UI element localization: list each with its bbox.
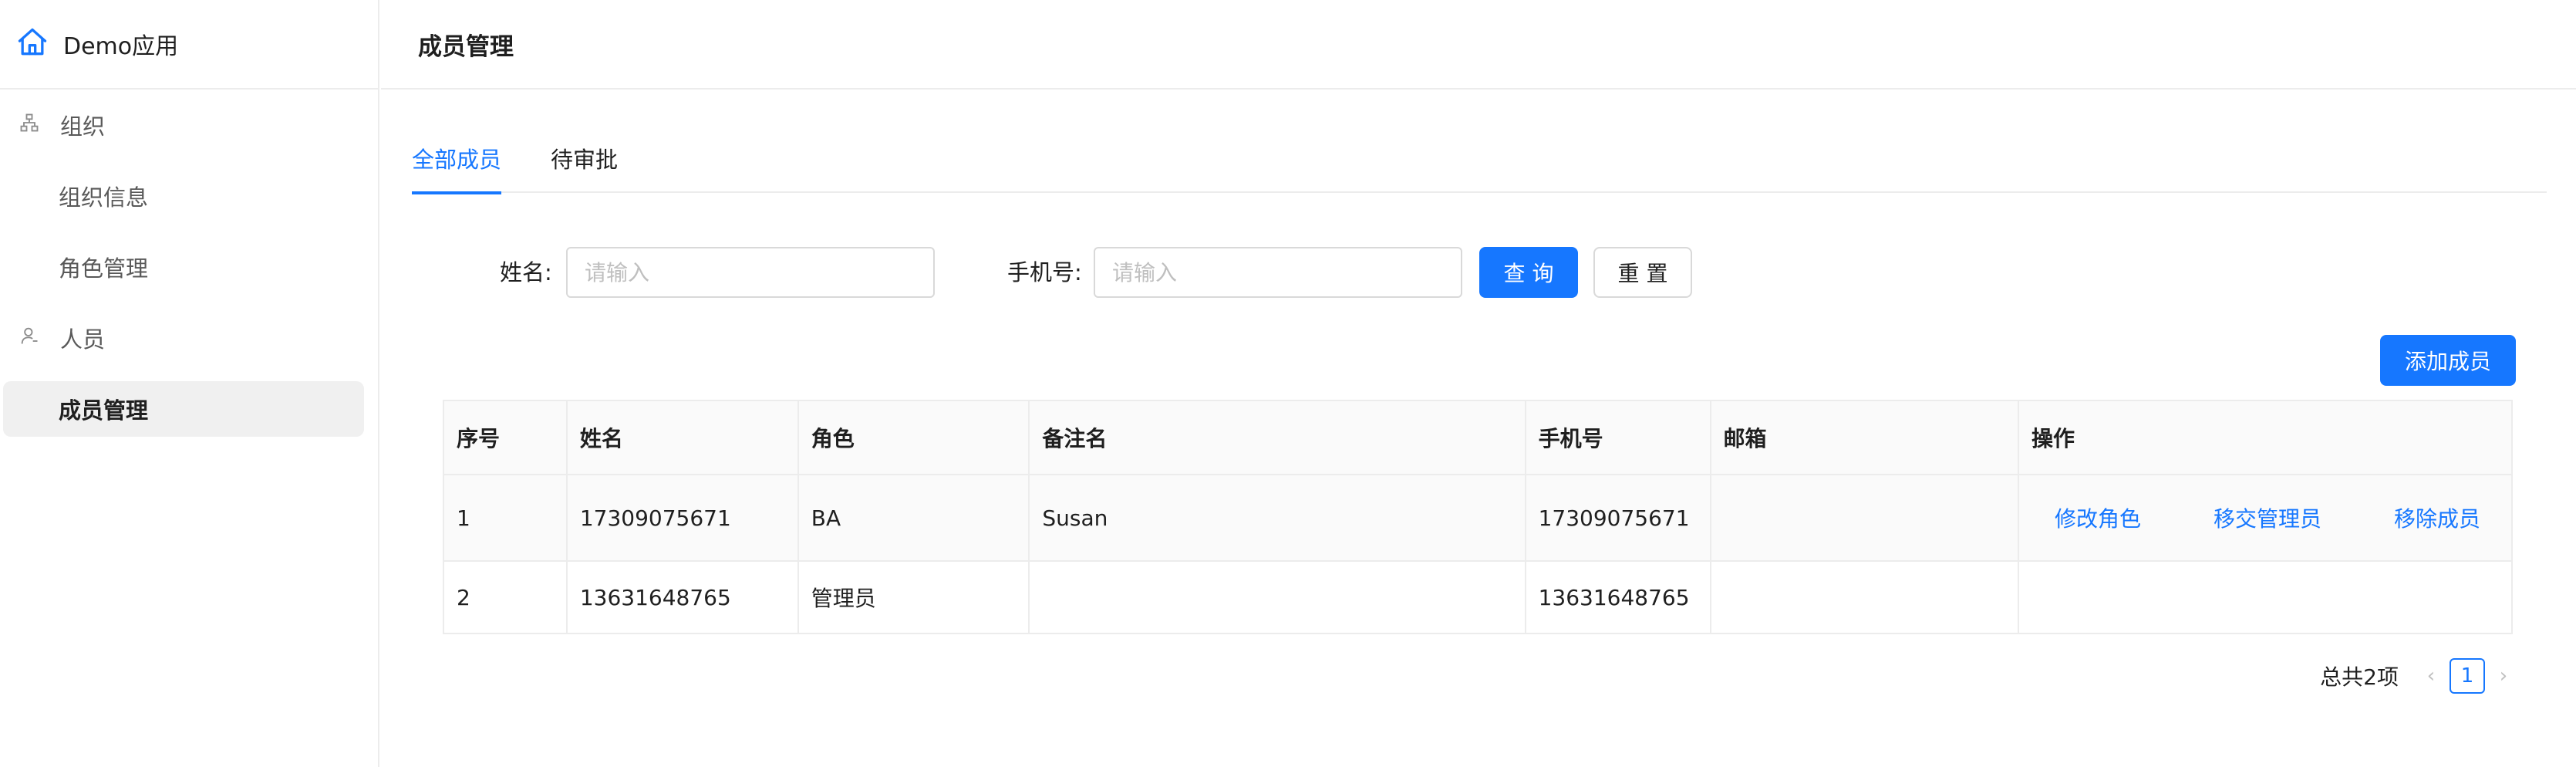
- cell-actions: [2018, 560, 2513, 634]
- transfer-admin-link[interactable]: 移交管理员: [2214, 502, 2321, 533]
- pagination-total: 总共2项: [2320, 664, 2399, 690]
- col-header-remark: 备注名: [1028, 400, 1526, 475]
- cell-remark: Susan: [1028, 474, 1526, 562]
- col-header-actions: 操作: [2018, 400, 2513, 475]
- tab-pending-approval[interactable]: 待审批: [551, 123, 618, 193]
- phone-input[interactable]: [1094, 247, 1462, 298]
- chevron-left-icon[interactable]: ‹: [2417, 664, 2445, 688]
- col-header-role: 角色: [797, 400, 1030, 475]
- cell-phone: 17309075671: [1524, 474, 1711, 562]
- tab-bar: 全部成员 待审批: [412, 123, 2547, 194]
- page-title: 成员管理: [418, 32, 514, 61]
- phone-field-label: 手机号:: [1007, 259, 1082, 286]
- cell-phone: 13631648765: [1524, 560, 1711, 634]
- name-input[interactable]: [566, 247, 935, 298]
- cell-name: 17309075671: [565, 474, 799, 562]
- filter-form: 姓名: 手机号: 查 询 重 置: [381, 247, 2576, 298]
- sidebar-item-role-management[interactable]: 角色管理: [0, 231, 378, 302]
- cell-actions: 修改角色 移交管理员 移除成员: [2018, 474, 2513, 562]
- col-header-index: 序号: [443, 400, 568, 475]
- name-field-label: 姓名:: [500, 259, 552, 286]
- sidebar-item-label: 成员管理: [59, 397, 149, 424]
- reset-button[interactable]: 重 置: [1593, 247, 1692, 298]
- sidebar-item-label: 组织信息: [59, 184, 149, 211]
- main-content: 成员管理 全部成员 待审批 姓名: 手机号: 查 询 重 置 添加成员 序号 姓…: [381, 0, 2576, 767]
- add-member-button[interactable]: 添加成员: [2380, 335, 2516, 386]
- tab-all-members[interactable]: 全部成员: [412, 123, 502, 194]
- cell-index: 1: [443, 474, 568, 562]
- header: 成员管理: [381, 0, 2576, 90]
- sidebar: Demo应用 组织 组织信息 角色管理 人员 成员管理: [0, 0, 379, 767]
- table-header-row: 序号 姓名 角色 备注名 手机号 邮箱 操作: [443, 400, 2513, 475]
- cell-index: 2: [443, 560, 568, 634]
- cell-role: BA: [797, 474, 1030, 562]
- remove-member-link[interactable]: 移除成员: [2394, 502, 2480, 533]
- members-table: 序号 姓名 角色 备注名 手机号 邮箱 操作 1 17309075671 BA …: [443, 400, 2513, 634]
- org-tree-icon: [19, 112, 60, 139]
- sidebar-group-org[interactable]: 组织: [0, 90, 378, 160]
- page-number[interactable]: 1: [2450, 658, 2485, 694]
- home-icon: [15, 25, 49, 63]
- cell-name: 13631648765: [565, 560, 799, 634]
- col-header-phone: 手机号: [1524, 400, 1711, 475]
- sidebar-item-label: 角色管理: [59, 255, 149, 282]
- sidebar-group-label: 人员: [60, 326, 106, 353]
- chevron-right-icon[interactable]: ›: [2490, 664, 2517, 688]
- search-button[interactable]: 查 询: [1479, 247, 1578, 298]
- cell-email: [1709, 474, 2020, 562]
- edit-role-link[interactable]: 修改角色: [2055, 502, 2141, 533]
- sidebar-group-label: 组织: [60, 113, 106, 140]
- col-header-email: 邮箱: [1709, 400, 2020, 475]
- cell-role: 管理员: [797, 560, 1030, 634]
- cell-remark: [1028, 560, 1526, 634]
- sidebar-item-org-info[interactable]: 组织信息: [0, 160, 378, 231]
- brand[interactable]: Demo应用: [0, 0, 378, 90]
- table-row: 2 13631648765 管理员 13631648765: [443, 560, 2513, 634]
- user-icon: [19, 325, 60, 352]
- sidebar-item-member-management[interactable]: 成员管理: [3, 381, 364, 437]
- cell-email: [1709, 560, 2020, 634]
- pagination: 总共2项 ‹ 1 ›: [2320, 657, 2517, 694]
- app-name: Demo应用: [63, 33, 179, 60]
- table-row: 1 17309075671 BA Susan 17309075671 修改角色 …: [443, 474, 2513, 562]
- sidebar-group-people[interactable]: 人员: [0, 302, 378, 373]
- col-header-name: 姓名: [565, 400, 799, 475]
